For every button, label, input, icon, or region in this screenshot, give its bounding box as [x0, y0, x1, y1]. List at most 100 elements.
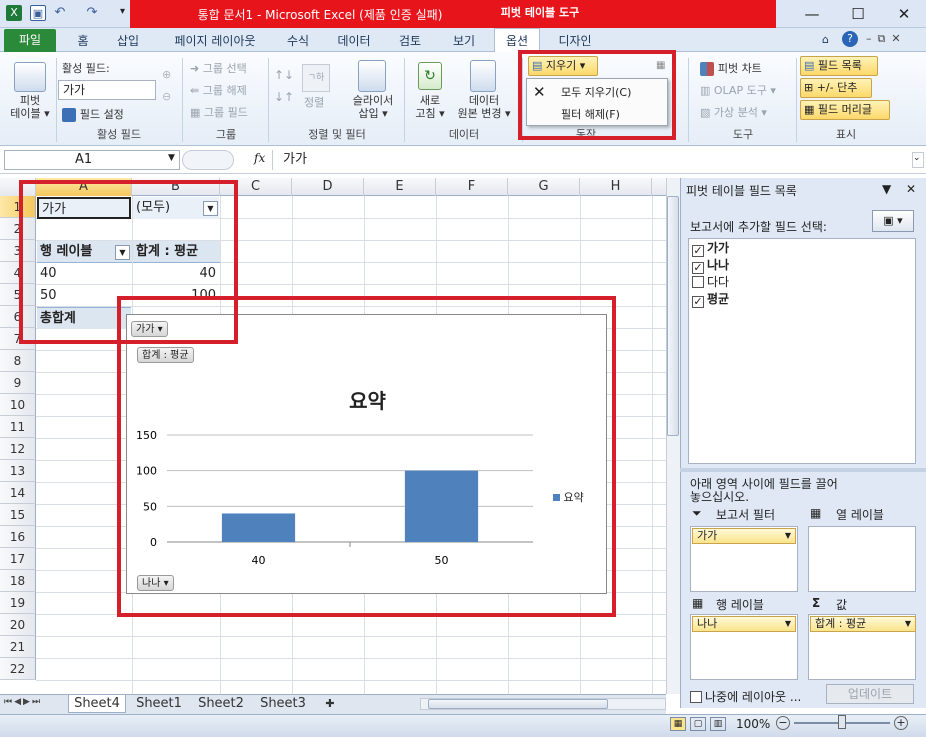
row-header[interactable]: 15	[0, 504, 36, 526]
minimize-button[interactable]: —	[790, 0, 834, 28]
tab-insert[interactable]: 삽입	[108, 30, 148, 52]
clear-filter-menu-item[interactable]: 필터 해제(F)	[561, 106, 620, 122]
sort-asc-desc-icons[interactable]: ↑↓ ↓↑	[274, 64, 294, 108]
sheet-tab-sheet4[interactable]: Sheet4	[68, 695, 126, 713]
select-all-corner[interactable]	[0, 178, 36, 196]
row-header[interactable]: 12	[0, 438, 36, 460]
close-button[interactable]: ✕	[882, 0, 926, 28]
column-header-a[interactable]: A	[36, 178, 132, 196]
name-box[interactable]: A1	[4, 150, 180, 170]
row-header[interactable]: 22	[0, 658, 36, 680]
pivot-chart[interactable]: 가가 ▾ 합계 : 평균 나나 ▾ 요약 0 50 100 150 40 50 요약	[126, 314, 607, 594]
cell-a1-filter-field[interactable]: 가가	[37, 197, 131, 219]
tab-page-layout[interactable]: 페이지 레이아웃	[160, 30, 270, 52]
workbook-window-controls[interactable]: –⧉✕	[866, 32, 907, 46]
expand-collapse-icons[interactable]: ⊕ ⊖	[162, 64, 171, 108]
column-header-f[interactable]: F	[436, 178, 508, 196]
tab-design[interactable]: 디자인	[552, 30, 598, 52]
field-list-toggle[interactable]: ▤ 필드 목록	[800, 56, 878, 76]
row-header[interactable]: 14	[0, 482, 36, 504]
sheet-tab-sheet2[interactable]: Sheet2	[192, 695, 250, 713]
field-settings-button[interactable]: 필드 설정	[62, 106, 124, 122]
row-header[interactable]: 21	[0, 636, 36, 658]
column-labels-area[interactable]	[808, 526, 916, 592]
sheet-tab-sheet3[interactable]: Sheet3	[254, 695, 312, 713]
zoom-out-icon[interactable]: −	[776, 716, 790, 730]
grand-total-label[interactable]: 총합계	[37, 307, 131, 329]
field-item-gaga[interactable]: ✓ 가가	[692, 240, 729, 257]
vertical-scroll-thumb[interactable]	[667, 196, 679, 436]
page-break-view-icon[interactable]: ▥	[710, 717, 726, 731]
fx-icon[interactable]: fx	[254, 151, 265, 165]
chart-bar[interactable]	[221, 513, 296, 542]
row-header[interactable]: 19	[0, 592, 36, 614]
row-header[interactable]: 10	[0, 394, 36, 416]
pivot-table-button[interactable]: 피벗 테이블 ▾	[6, 94, 54, 120]
row-header[interactable]: 7	[0, 328, 36, 350]
row-header[interactable]: 8	[0, 350, 36, 372]
zoom-slider-thumb[interactable]	[838, 715, 846, 729]
formula-expand-handle[interactable]	[182, 150, 234, 170]
clear-all-menu-item[interactable]: 모두 지우기(C)	[561, 84, 631, 100]
update-button[interactable]: 업데이트	[826, 684, 914, 704]
row-header[interactable]: 20	[0, 614, 36, 636]
normal-view-icon[interactable]: ▦	[670, 717, 686, 731]
column-header-d[interactable]: D	[292, 178, 364, 196]
horizontal-scroll-thumb[interactable]	[428, 699, 608, 709]
row-header[interactable]: 1	[0, 196, 36, 218]
sheet-nav-arrows-icon[interactable]: ⏮◀▶⏭	[4, 697, 42, 707]
pane-splitter[interactable]	[680, 468, 926, 472]
row-label-dropdown-icon[interactable]: ▼	[115, 245, 130, 260]
tab-options[interactable]: 옵션	[494, 28, 540, 53]
group-selection-button[interactable]: ➜ 그룹 선택	[190, 60, 247, 76]
active-field-input[interactable]: 가가	[58, 80, 156, 100]
chart-bar[interactable]	[404, 470, 479, 542]
defer-layout-checkbox[interactable]: 나중에 레이아웃 ...	[690, 688, 801, 705]
tab-data[interactable]: 데이터	[332, 30, 376, 52]
page-layout-view-icon[interactable]: ▢	[690, 717, 706, 731]
insert-slicer-button[interactable]: 슬라이서 삽입 ▾	[346, 94, 400, 120]
sort-button[interactable]: 정렬	[304, 94, 324, 110]
pivot-row2-label[interactable]: 50	[37, 285, 131, 307]
what-if-button[interactable]: ▧ 가상 분석 ▾	[700, 104, 767, 120]
row-header[interactable]: 18	[0, 570, 36, 592]
pivot-row1-value[interactable]: 40	[133, 263, 219, 285]
sheet-tab-sheet1[interactable]: Sheet1	[130, 695, 188, 713]
save-icon[interactable]: ▣	[30, 5, 46, 21]
row-header[interactable]: 9	[0, 372, 36, 394]
field-item-dada[interactable]: 다다	[692, 274, 729, 291]
row-header[interactable]: 17	[0, 548, 36, 570]
change-data-source-button[interactable]: 데이터 원본 변경 ▾	[452, 94, 516, 120]
column-header-e[interactable]: E	[364, 178, 436, 196]
field-item-nana[interactable]: ✓ 나나	[692, 257, 729, 274]
pivot-chart-button[interactable]: 피벗 차트	[700, 60, 762, 76]
restore-button[interactable]: ☐	[836, 0, 880, 28]
help-icon[interactable]: ?	[842, 31, 858, 47]
redo-icon[interactable]: ↷	[84, 5, 100, 21]
pivot-row1-label[interactable]: 40	[37, 263, 131, 285]
row-header[interactable]: 6	[0, 306, 36, 328]
row-header[interactable]: 5	[0, 284, 36, 306]
row-header[interactable]: 16	[0, 526, 36, 548]
filter-dropdown-icon[interactable]: ▼	[203, 201, 218, 216]
field-item-average[interactable]: ✓ 평균	[692, 291, 729, 308]
row-header[interactable]: 11	[0, 416, 36, 438]
pane-options-icon[interactable]: ▼	[882, 182, 891, 196]
undo-icon[interactable]: ↶	[52, 5, 68, 21]
insert-sheet-icon[interactable]: ✚	[318, 695, 342, 713]
pivot-row2-value[interactable]: 100	[133, 285, 219, 307]
column-header-h[interactable]: H	[580, 178, 652, 196]
tab-formulas[interactable]: 수식	[280, 30, 316, 52]
column-header-g[interactable]: G	[508, 178, 580, 196]
column-header-b[interactable]: B	[132, 178, 220, 196]
column-header-c[interactable]: C	[220, 178, 292, 196]
olap-tools-button[interactable]: ▥ OLAP 도구 ▾	[700, 82, 776, 98]
report-filter-item[interactable]: 가가 ▼	[692, 528, 796, 544]
row-labels-item[interactable]: 나나 ▼	[692, 616, 796, 632]
group-field-button[interactable]: ▦ 그룹 필드	[190, 104, 248, 120]
field-layout-icon[interactable]: ▣ ▾	[872, 210, 914, 232]
tab-home[interactable]: 홈	[68, 30, 98, 52]
pane-close-icon[interactable]: ✕	[906, 182, 916, 196]
refresh-button[interactable]: 새로 고침 ▾	[410, 94, 450, 120]
zoom-level[interactable]: 100%	[736, 717, 770, 731]
